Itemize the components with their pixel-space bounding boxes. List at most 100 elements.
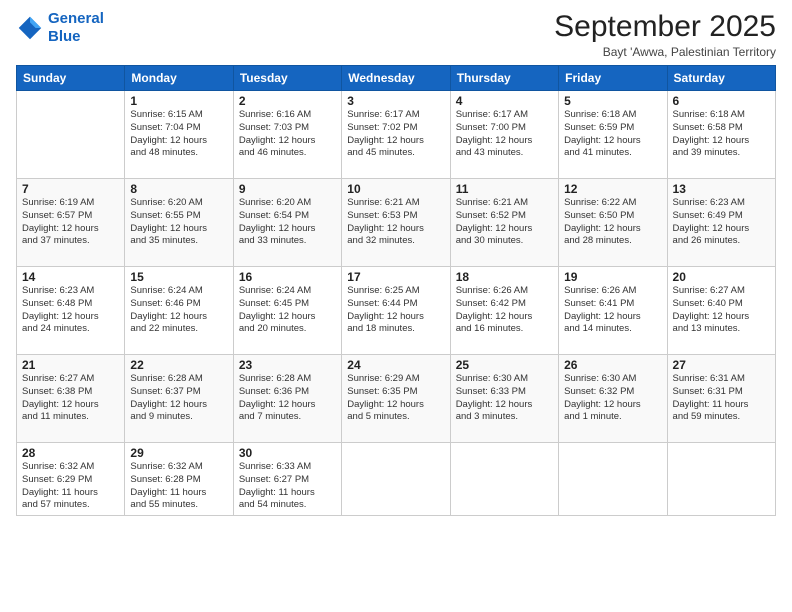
day-info: Sunrise: 6:20 AMSunset: 6:54 PMDaylight:… [239,197,336,248]
day-info: Sunrise: 6:21 AMSunset: 6:53 PMDaylight:… [347,197,444,248]
day-number: 27 [673,358,770,372]
day-info: Sunrise: 6:16 AMSunset: 7:03 PMDaylight:… [239,109,336,160]
calendar-cell: 23Sunrise: 6:28 AMSunset: 6:36 PMDayligh… [233,355,341,443]
day-number: 20 [673,270,770,284]
day-info: Sunrise: 6:17 AMSunset: 7:02 PMDaylight:… [347,109,444,160]
day-number: 8 [130,182,227,196]
day-info: Sunrise: 6:18 AMSunset: 6:59 PMDaylight:… [564,109,661,160]
calendar-cell: 13Sunrise: 6:23 AMSunset: 6:49 PMDayligh… [667,179,775,267]
calendar-cell: 28Sunrise: 6:32 AMSunset: 6:29 PMDayligh… [17,443,125,516]
calendar-cell [450,443,558,516]
day-number: 19 [564,270,661,284]
day-info: Sunrise: 6:30 AMSunset: 6:33 PMDaylight:… [456,373,553,424]
calendar-cell: 30Sunrise: 6:33 AMSunset: 6:27 PMDayligh… [233,443,341,516]
day-number: 7 [22,182,119,196]
day-number: 25 [456,358,553,372]
calendar-cell: 22Sunrise: 6:28 AMSunset: 6:37 PMDayligh… [125,355,233,443]
calendar-cell: 18Sunrise: 6:26 AMSunset: 6:42 PMDayligh… [450,267,558,355]
calendar-cell: 24Sunrise: 6:29 AMSunset: 6:35 PMDayligh… [342,355,450,443]
day-number: 22 [130,358,227,372]
day-info: Sunrise: 6:32 AMSunset: 6:28 PMDaylight:… [130,461,227,512]
calendar-table: SundayMondayTuesdayWednesdayThursdayFrid… [16,65,776,516]
calendar-cell [17,91,125,179]
day-number: 21 [22,358,119,372]
weekday-header-row: SundayMondayTuesdayWednesdayThursdayFrid… [17,66,776,91]
day-number: 9 [239,182,336,196]
day-info: Sunrise: 6:29 AMSunset: 6:35 PMDaylight:… [347,373,444,424]
day-number: 1 [130,94,227,108]
day-info: Sunrise: 6:33 AMSunset: 6:27 PMDaylight:… [239,461,336,512]
calendar-cell: 20Sunrise: 6:27 AMSunset: 6:40 PMDayligh… [667,267,775,355]
title-block: September 2025 Bayt 'Awwa, Palestinian T… [554,10,776,59]
day-number: 12 [564,182,661,196]
week-row-4: 21Sunrise: 6:27 AMSunset: 6:38 PMDayligh… [17,355,776,443]
weekday-wednesday: Wednesday [342,66,450,91]
logo-text: General Blue [48,10,104,46]
day-number: 17 [347,270,444,284]
day-number: 26 [564,358,661,372]
day-info: Sunrise: 6:24 AMSunset: 6:45 PMDaylight:… [239,285,336,336]
calendar-cell: 19Sunrise: 6:26 AMSunset: 6:41 PMDayligh… [559,267,667,355]
day-number: 24 [347,358,444,372]
day-number: 10 [347,182,444,196]
day-info: Sunrise: 6:31 AMSunset: 6:31 PMDaylight:… [673,373,770,424]
calendar-cell: 27Sunrise: 6:31 AMSunset: 6:31 PMDayligh… [667,355,775,443]
day-number: 5 [564,94,661,108]
day-info: Sunrise: 6:26 AMSunset: 6:41 PMDaylight:… [564,285,661,336]
calendar-cell: 2Sunrise: 6:16 AMSunset: 7:03 PMDaylight… [233,91,341,179]
logo-icon [16,14,44,42]
day-number: 16 [239,270,336,284]
calendar-cell: 6Sunrise: 6:18 AMSunset: 6:58 PMDaylight… [667,91,775,179]
calendar-cell: 9Sunrise: 6:20 AMSunset: 6:54 PMDaylight… [233,179,341,267]
calendar-cell: 1Sunrise: 6:15 AMSunset: 7:04 PMDaylight… [125,91,233,179]
calendar-cell: 7Sunrise: 6:19 AMSunset: 6:57 PMDaylight… [17,179,125,267]
calendar-cell: 5Sunrise: 6:18 AMSunset: 6:59 PMDaylight… [559,91,667,179]
week-row-5: 28Sunrise: 6:32 AMSunset: 6:29 PMDayligh… [17,443,776,516]
month-title: September 2025 [554,10,776,43]
weekday-monday: Monday [125,66,233,91]
day-info: Sunrise: 6:23 AMSunset: 6:48 PMDaylight:… [22,285,119,336]
day-number: 28 [22,446,119,460]
calendar-cell: 25Sunrise: 6:30 AMSunset: 6:33 PMDayligh… [450,355,558,443]
day-info: Sunrise: 6:21 AMSunset: 6:52 PMDaylight:… [456,197,553,248]
calendar-cell: 3Sunrise: 6:17 AMSunset: 7:02 PMDaylight… [342,91,450,179]
day-number: 23 [239,358,336,372]
weekday-tuesday: Tuesday [233,66,341,91]
calendar-cell: 8Sunrise: 6:20 AMSunset: 6:55 PMDaylight… [125,179,233,267]
week-row-3: 14Sunrise: 6:23 AMSunset: 6:48 PMDayligh… [17,267,776,355]
location: Bayt 'Awwa, Palestinian Territory [554,45,776,59]
calendar-cell: 29Sunrise: 6:32 AMSunset: 6:28 PMDayligh… [125,443,233,516]
day-number: 30 [239,446,336,460]
calendar-cell [559,443,667,516]
day-number: 15 [130,270,227,284]
day-number: 2 [239,94,336,108]
day-info: Sunrise: 6:17 AMSunset: 7:00 PMDaylight:… [456,109,553,160]
calendar-cell [667,443,775,516]
weekday-saturday: Saturday [667,66,775,91]
header: General Blue September 2025 Bayt 'Awwa, … [16,10,776,59]
week-row-1: 1Sunrise: 6:15 AMSunset: 7:04 PMDaylight… [17,91,776,179]
day-info: Sunrise: 6:27 AMSunset: 6:38 PMDaylight:… [22,373,119,424]
day-number: 11 [456,182,553,196]
day-number: 13 [673,182,770,196]
weekday-thursday: Thursday [450,66,558,91]
day-number: 14 [22,270,119,284]
calendar-cell: 26Sunrise: 6:30 AMSunset: 6:32 PMDayligh… [559,355,667,443]
day-info: Sunrise: 6:22 AMSunset: 6:50 PMDaylight:… [564,197,661,248]
day-info: Sunrise: 6:18 AMSunset: 6:58 PMDaylight:… [673,109,770,160]
calendar-cell: 16Sunrise: 6:24 AMSunset: 6:45 PMDayligh… [233,267,341,355]
day-number: 4 [456,94,553,108]
calendar-cell: 14Sunrise: 6:23 AMSunset: 6:48 PMDayligh… [17,267,125,355]
day-info: Sunrise: 6:25 AMSunset: 6:44 PMDaylight:… [347,285,444,336]
day-info: Sunrise: 6:15 AMSunset: 7:04 PMDaylight:… [130,109,227,160]
calendar-cell: 4Sunrise: 6:17 AMSunset: 7:00 PMDaylight… [450,91,558,179]
calendar-cell: 10Sunrise: 6:21 AMSunset: 6:53 PMDayligh… [342,179,450,267]
calendar-cell: 15Sunrise: 6:24 AMSunset: 6:46 PMDayligh… [125,267,233,355]
calendar-cell: 21Sunrise: 6:27 AMSunset: 6:38 PMDayligh… [17,355,125,443]
calendar-cell: 17Sunrise: 6:25 AMSunset: 6:44 PMDayligh… [342,267,450,355]
day-number: 3 [347,94,444,108]
day-info: Sunrise: 6:28 AMSunset: 6:36 PMDaylight:… [239,373,336,424]
day-info: Sunrise: 6:26 AMSunset: 6:42 PMDaylight:… [456,285,553,336]
page: General Blue September 2025 Bayt 'Awwa, … [0,0,792,612]
day-info: Sunrise: 6:30 AMSunset: 6:32 PMDaylight:… [564,373,661,424]
